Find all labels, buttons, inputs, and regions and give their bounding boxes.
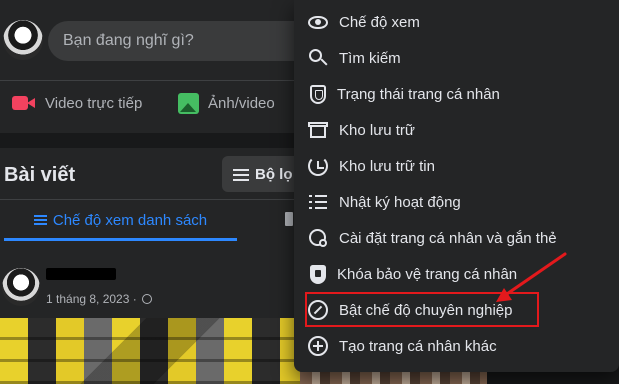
photo-video-label: Ảnh/video: [208, 94, 275, 112]
divider: [0, 199, 300, 200]
shield-icon: [310, 84, 326, 104]
menu-item-label: Kho lưu trữ tin: [339, 157, 435, 175]
divider: [0, 80, 300, 81]
eye-icon: [308, 15, 328, 29]
live-video-button[interactable]: Video trực tiếp: [12, 90, 142, 116]
menu-item-label: Chế độ xem: [339, 13, 420, 31]
tab-list-view-label: Chế độ xem danh sách: [52, 212, 208, 229]
plus-circle-icon: [308, 336, 328, 356]
avatar[interactable]: [3, 20, 43, 60]
menu-item-archive[interactable]: Kho lưu trữ: [302, 112, 611, 148]
menu-item-activity-log[interactable]: Nhật ký hoạt động: [302, 184, 611, 220]
menu-item-label: Trạng thái trang cá nhân: [337, 85, 500, 103]
menu-item-story-archive[interactable]: Kho lưu trữ tin: [302, 148, 611, 184]
menu-item-label: Kho lưu trữ: [339, 121, 415, 139]
post-image[interactable]: [0, 318, 300, 384]
filter-label: Bộ lọ: [255, 165, 293, 183]
menu-item-label: Cài đặt trang cá nhân và gắn thẻ: [339, 229, 557, 247]
search-icon: [308, 48, 328, 68]
lock-shield-icon: [310, 264, 326, 284]
menu-item-label: Bật chế độ chuyên nghiệp: [339, 301, 513, 319]
post-header: 1 tháng 8, 2023 ·: [0, 258, 300, 318]
menu-item-profile-status[interactable]: Trạng thái trang cá nhân: [302, 76, 611, 112]
menu-item-search[interactable]: Tìm kiếm: [302, 40, 611, 76]
photo-icon: [178, 92, 199, 114]
live-video-label: Video trực tiếp: [45, 94, 143, 112]
menu-item-create-profile[interactable]: Tạo trang cá nhân khác: [302, 328, 611, 364]
photo-video-button[interactable]: Ảnh/video: [178, 90, 275, 116]
post-avatar[interactable]: [2, 268, 40, 306]
menu-item-profile-tagging-settings[interactable]: Cài đặt trang cá nhân và gắn thẻ: [302, 220, 611, 256]
post-date-label: 1 tháng 8, 2023 ·: [46, 292, 137, 306]
post-composer: Bạn đang nghĩ gì? Video trực tiếp Ảnh/vi…: [0, 0, 300, 133]
globe-icon: [141, 294, 152, 304]
whats-on-your-mind-input[interactable]: Bạn đang nghĩ gì?: [48, 21, 298, 61]
profile-options-menu: Chế độ xem Tìm kiếm Trạng thái trang cá …: [294, 0, 619, 372]
list-icon: [308, 192, 328, 212]
menu-item-lock-profile[interactable]: Khóa bảo vệ trang cá nhân: [302, 256, 611, 292]
list-icon: [33, 215, 47, 226]
menu-item-label: Tạo trang cá nhân khác: [339, 337, 497, 355]
professional-mode-icon: [308, 300, 328, 320]
menu-item-view-as[interactable]: Chế độ xem: [302, 4, 611, 40]
live-video-icon: [12, 95, 36, 111]
grid-view-icon[interactable]: [285, 212, 293, 226]
posts-title: Bài viết: [4, 164, 76, 186]
menu-item-label: Tìm kiếm: [339, 49, 401, 67]
menu-item-professional-mode[interactable]: Bật chế độ chuyên nghiệp: [302, 292, 611, 328]
menu-item-label: Khóa bảo vệ trang cá nhân: [337, 265, 518, 283]
tab-list-view[interactable]: Chế độ xem danh sách: [4, 203, 237, 241]
archive-icon: [308, 120, 328, 140]
redacted-author-name: [46, 268, 116, 280]
post-timestamp[interactable]: 1 tháng 8, 2023 ·: [46, 292, 152, 306]
history-clock-icon: [308, 156, 328, 176]
user-settings-icon: [308, 228, 328, 248]
filter-icon: [233, 168, 249, 181]
menu-item-label: Nhật ký hoạt động: [339, 193, 461, 211]
